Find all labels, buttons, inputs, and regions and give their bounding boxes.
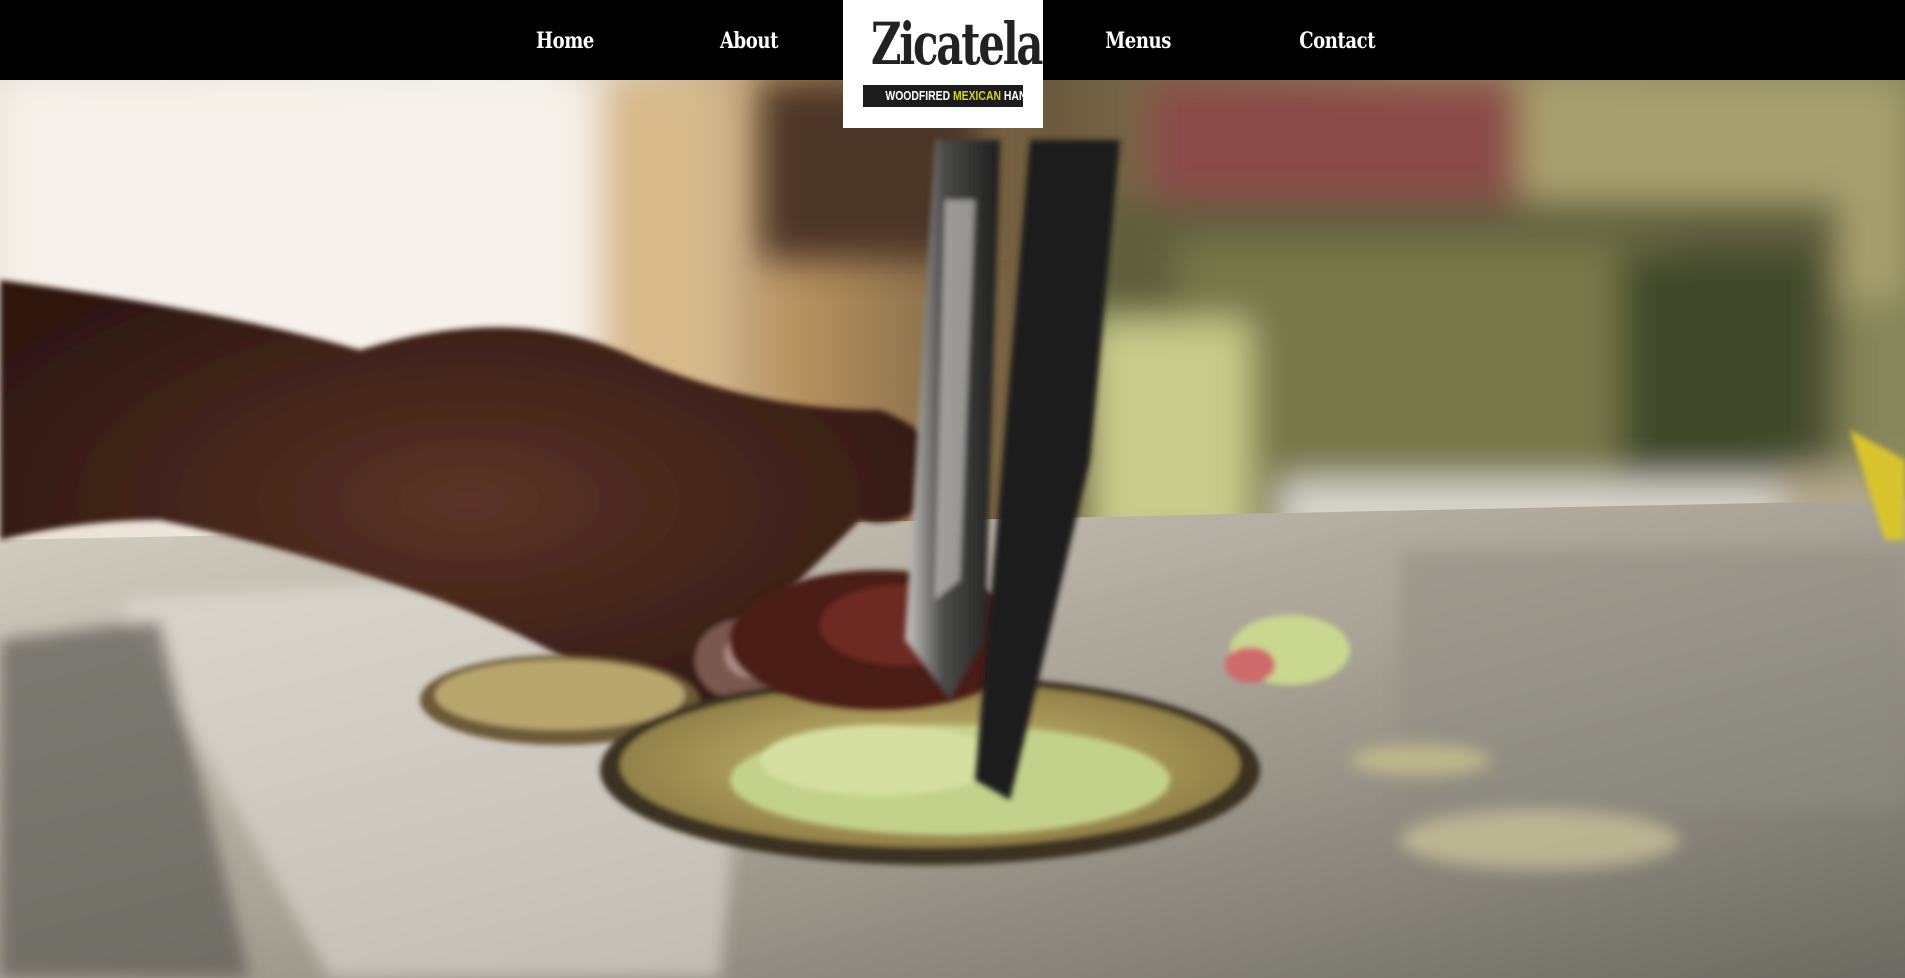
- nav-contact-link[interactable]: Contact: [1299, 0, 1375, 80]
- logo-tag-handmade: HANDMADE: [1003, 88, 1023, 103]
- logo-tagline: WOODFIRED MEXICAN HANDMADE: [863, 85, 1023, 107]
- logo-wordmark: Zicatela: [871, 10, 1043, 78]
- nav-about-link[interactable]: About: [716, 0, 782, 80]
- nav-home-link[interactable]: Home: [532, 0, 598, 80]
- page: Home About Menus Contact Zicatela WOODFI…: [0, 0, 1905, 978]
- hero-background-video: [0, 80, 1905, 978]
- site-logo[interactable]: Zicatela WOODFIRED MEXICAN HANDMADE: [843, 0, 1043, 128]
- nav-menus-link[interactable]: Menus: [1105, 0, 1171, 80]
- logo-tag-mexican: MEXICAN: [953, 88, 1001, 103]
- hero-image: [0, 80, 1905, 978]
- logo-tag-woodfired: WOODFIRED: [885, 88, 951, 103]
